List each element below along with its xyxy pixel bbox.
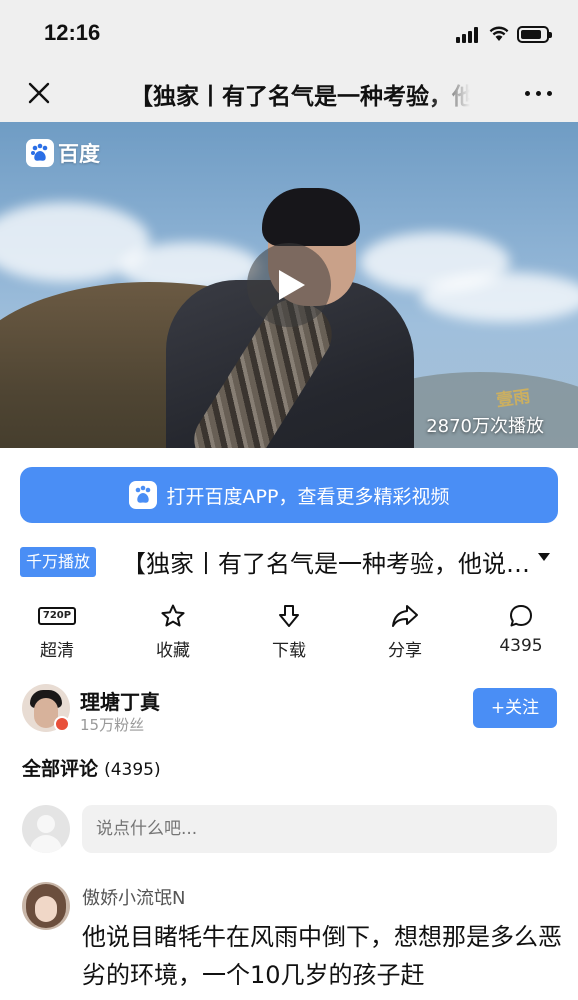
share-label: 分享 [388, 641, 422, 661]
status-bar: 12:16 [0, 0, 578, 64]
video-watermark: 壹雨 [495, 386, 532, 412]
download-icon [279, 605, 299, 627]
wifi-icon [488, 24, 510, 42]
nav-bar: 【独家丨有了名气是一种考验，他 [0, 64, 578, 122]
action-bar: 720P 超清 收藏 下载 分享 4395 [0, 602, 578, 662]
favorite-label: 收藏 [156, 641, 190, 661]
baidu-paw-icon [128, 481, 157, 509]
open-app-label: 打开百度APP，查看更多精彩视频 [166, 485, 450, 508]
expand-caret-icon[interactable] [538, 553, 550, 561]
hd-quality-button[interactable]: 720P 超清 [7, 602, 107, 661]
more-options-button[interactable] [522, 80, 556, 106]
download-label: 下载 [272, 641, 306, 661]
verified-badge-icon [54, 716, 70, 732]
play-button[interactable] [247, 243, 331, 327]
video-player[interactable]: 百度 壹雨 2870万次播放 [0, 122, 578, 448]
hd-quality-label: 超清 [40, 641, 74, 661]
comments-header-count: (4395) [104, 760, 161, 780]
baidu-logo: 百度 [26, 138, 100, 168]
author-name[interactable]: 理塘丁真 [80, 686, 160, 715]
current-user-avatar [22, 805, 70, 853]
download-button[interactable]: 下载 [239, 602, 339, 661]
comments-header: 全部评论 (4395) [22, 754, 161, 781]
close-button[interactable] [24, 78, 54, 108]
comment-input[interactable] [82, 805, 557, 853]
comment-button[interactable]: 4395 [471, 602, 571, 656]
share-icon [392, 605, 418, 627]
baidu-brand-text: 百度 [58, 142, 100, 166]
open-baidu-app-button[interactable]: 打开百度APP，查看更多精彩视频 [20, 467, 558, 523]
commenter-name[interactable]: 傲娇小流氓N [82, 884, 185, 910]
comments-header-label: 全部评论 [22, 758, 99, 780]
page-title: 【独家丨有了名气是一种考验，他 [130, 84, 470, 110]
share-button[interactable]: 分享 [355, 602, 455, 661]
favorite-button[interactable]: 收藏 [123, 602, 223, 661]
author-fans: 15万粉丝 [80, 716, 145, 734]
commenter-avatar[interactable] [22, 882, 70, 930]
cellular-signal-icon [456, 27, 482, 43]
popularity-tag: 千万播放 [20, 547, 97, 577]
comment-count-label: 4395 [499, 636, 543, 656]
battery-icon [517, 26, 552, 43]
close-icon [28, 82, 50, 104]
baidu-paw-icon [26, 139, 54, 167]
comment-text: 他说目睹牦牛在风雨中倒下，想想那是多么恶劣的环境，一个10几岁的孩子赶 [82, 923, 562, 989]
view-count: 2870万次播放 [426, 416, 544, 437]
video-title[interactable]: 【独家丨有了名气是一种考验，他说自己会一直保持 [122, 544, 532, 579]
star-icon [161, 604, 185, 627]
follow-button[interactable]: +关注 [473, 688, 557, 728]
comment-icon [510, 605, 532, 627]
status-time: 12:16 [44, 20, 101, 45]
play-icon [279, 270, 305, 300]
hd-720p-icon: 720P [37, 607, 77, 625]
